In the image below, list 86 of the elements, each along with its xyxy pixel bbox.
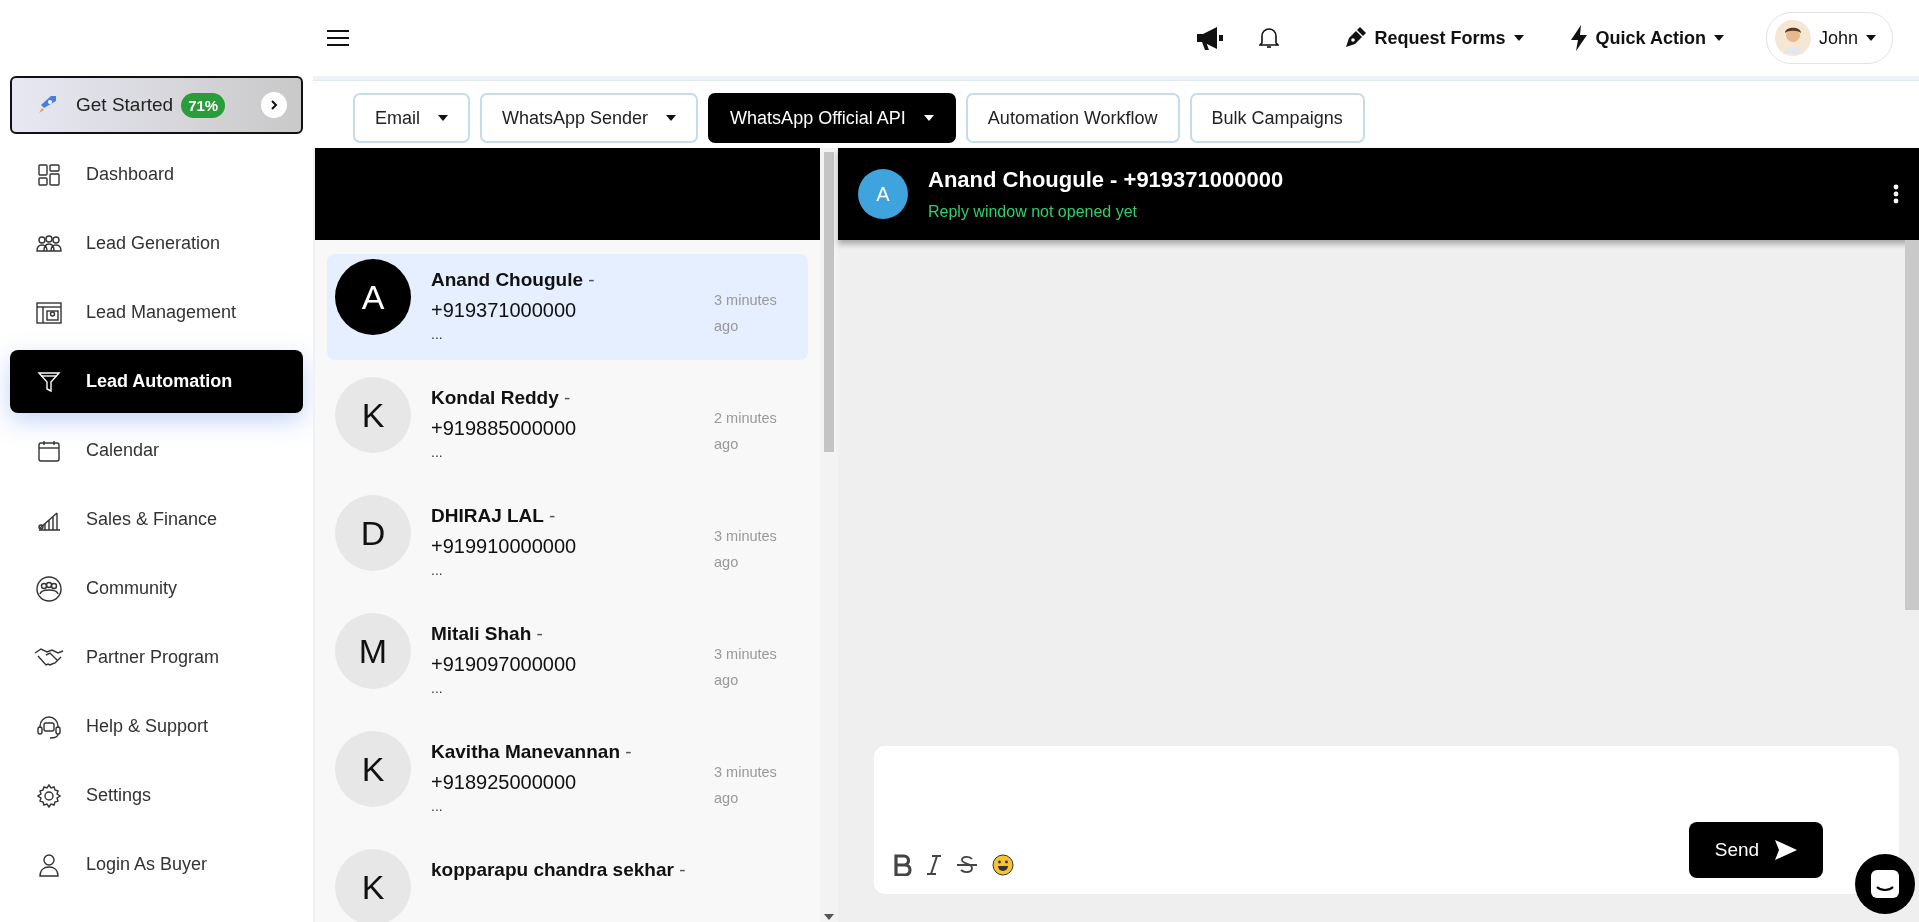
chat-status: Reply window not opened yet xyxy=(928,203,1139,221)
sidebar-item[interactable]: Login As Buyer xyxy=(10,833,303,896)
message-preview: ... xyxy=(431,802,444,810)
sidebar-item[interactable]: Lead Management xyxy=(10,281,303,344)
sidebar-item[interactable]: Calendar xyxy=(10,419,303,482)
sidebar-item[interactable]: Dashboard xyxy=(10,143,303,206)
strikethrough-icon[interactable] xyxy=(956,854,978,876)
tab[interactable]: Automation Workflow xyxy=(965,93,1180,143)
caret-icon xyxy=(1513,35,1524,41)
sidebar-item[interactable]: Help & Support xyxy=(10,695,303,758)
sidebar-item[interactable]: Lead Generation xyxy=(10,212,303,275)
bold-icon[interactable] xyxy=(894,854,912,876)
user-menu-button[interactable]: John xyxy=(1765,12,1893,64)
lightning-icon xyxy=(1569,25,1588,51)
contact-item[interactable]: A Anand Chougule - +919371000000 ... 3 minutes ago xyxy=(327,254,808,360)
megaphone-icon[interactable] xyxy=(1194,25,1223,51)
sidebar-item[interactable]: Community xyxy=(10,557,303,620)
contact-item[interactable]: K Kavitha Manevannan - +918925000000 ... 3 minutes ago xyxy=(327,726,808,832)
tab[interactable]: WhatsApp Sender xyxy=(480,93,699,143)
contact-phone: +919097000000 xyxy=(431,653,578,676)
tab[interactable]: Email xyxy=(353,93,470,143)
avatar: K xyxy=(335,731,411,807)
avatar-icon xyxy=(1774,20,1811,56)
caret-icon xyxy=(1866,35,1876,41)
caret-icon xyxy=(1713,35,1724,41)
contact-phone: +918925000000 xyxy=(431,771,578,794)
scrollbar-thumb[interactable] xyxy=(824,152,834,452)
card-icon xyxy=(34,301,64,324)
contact-name: Kondal Reddy - xyxy=(431,387,572,409)
contact-phone: +919885000000 xyxy=(431,417,578,440)
chat-bubble-icon xyxy=(1870,869,1900,899)
send-icon xyxy=(1775,840,1798,860)
contact-name: kopparapu chandra sekhar - xyxy=(431,859,687,881)
avatar: D xyxy=(335,495,411,571)
contact-phone: +919371000000 xyxy=(431,299,578,322)
sidebar-item[interactable]: Settings xyxy=(10,764,303,827)
contact-item[interactable]: K kopparapu chandra sekhar - xyxy=(327,844,808,922)
timestamp: 3 minutes ago xyxy=(714,763,778,808)
timestamp: 3 minutes ago xyxy=(714,527,778,572)
message-preview: ... xyxy=(431,684,444,692)
chevron-right-icon xyxy=(261,92,287,118)
header-action-button[interactable]: Quick Action xyxy=(1569,25,1724,51)
sidebar-item[interactable]: Lead Automation xyxy=(10,350,303,413)
scrollbar[interactable] xyxy=(1905,240,1919,610)
get-started-button[interactable]: Get Started 71% xyxy=(10,76,303,134)
avatar: A xyxy=(335,259,411,335)
menu-icon[interactable] xyxy=(327,30,349,46)
timestamp: 2 minutes ago xyxy=(714,409,778,454)
timestamp: 3 minutes ago xyxy=(714,291,778,336)
emoji-icon[interactable] xyxy=(992,854,1014,876)
contact-name: Mitali Shah - xyxy=(431,623,544,645)
tab[interactable]: Bulk Campaigns xyxy=(1189,93,1365,143)
timestamp: 3 minutes ago xyxy=(714,645,778,690)
contact-item[interactable]: D DHIRAJ LAL - +919910000000 ... 3 minutes ago xyxy=(327,490,808,596)
send-button[interactable]: Send xyxy=(1689,822,1823,878)
community-icon xyxy=(34,574,64,603)
handshake-icon xyxy=(34,646,64,669)
tab[interactable]: WhatsApp Official API xyxy=(708,93,956,143)
message-preview: ... xyxy=(431,330,444,338)
avatar: M xyxy=(335,613,411,689)
scrollbar[interactable] xyxy=(820,148,838,922)
avatar: K xyxy=(335,377,411,453)
scroll-down-arrow-icon[interactable] xyxy=(824,914,834,920)
chat-support-button[interactable] xyxy=(1855,854,1915,914)
sidebar-item[interactable]: Sales & Finance xyxy=(10,488,303,551)
avatar: A xyxy=(858,169,908,219)
progress-badge: 71% xyxy=(181,92,226,118)
contact-name: Kavitha Manevannan - xyxy=(431,741,633,763)
headset-icon xyxy=(34,713,64,740)
avatar: K xyxy=(335,849,411,922)
italic-icon[interactable] xyxy=(926,854,942,876)
message-input[interactable]: Send xyxy=(874,746,1899,894)
contact-name: Anand Chougule - xyxy=(431,269,596,291)
message-preview: ... xyxy=(431,566,444,574)
sidebar-item[interactable]: Partner Program xyxy=(10,626,303,689)
bell-icon[interactable] xyxy=(1258,27,1279,49)
more-options-icon[interactable] xyxy=(1893,184,1899,204)
chat-title: Anand Chougule - +919371000000 xyxy=(928,167,1285,193)
header-action-button[interactable]: Request Forms xyxy=(1342,26,1524,50)
message-preview: ... xyxy=(431,448,444,456)
people-icon xyxy=(34,233,64,254)
contact-phone: +919910000000 xyxy=(431,535,578,558)
contact-name: DHIRAJ LAL - xyxy=(431,505,557,527)
contact-item[interactable]: M Mitali Shah - +919097000000 ... 3 minutes ago xyxy=(327,608,808,714)
contact-item[interactable]: K Kondal Reddy - +919885000000 ... 2 minutes ago xyxy=(327,372,808,478)
rocket-icon xyxy=(36,94,58,116)
